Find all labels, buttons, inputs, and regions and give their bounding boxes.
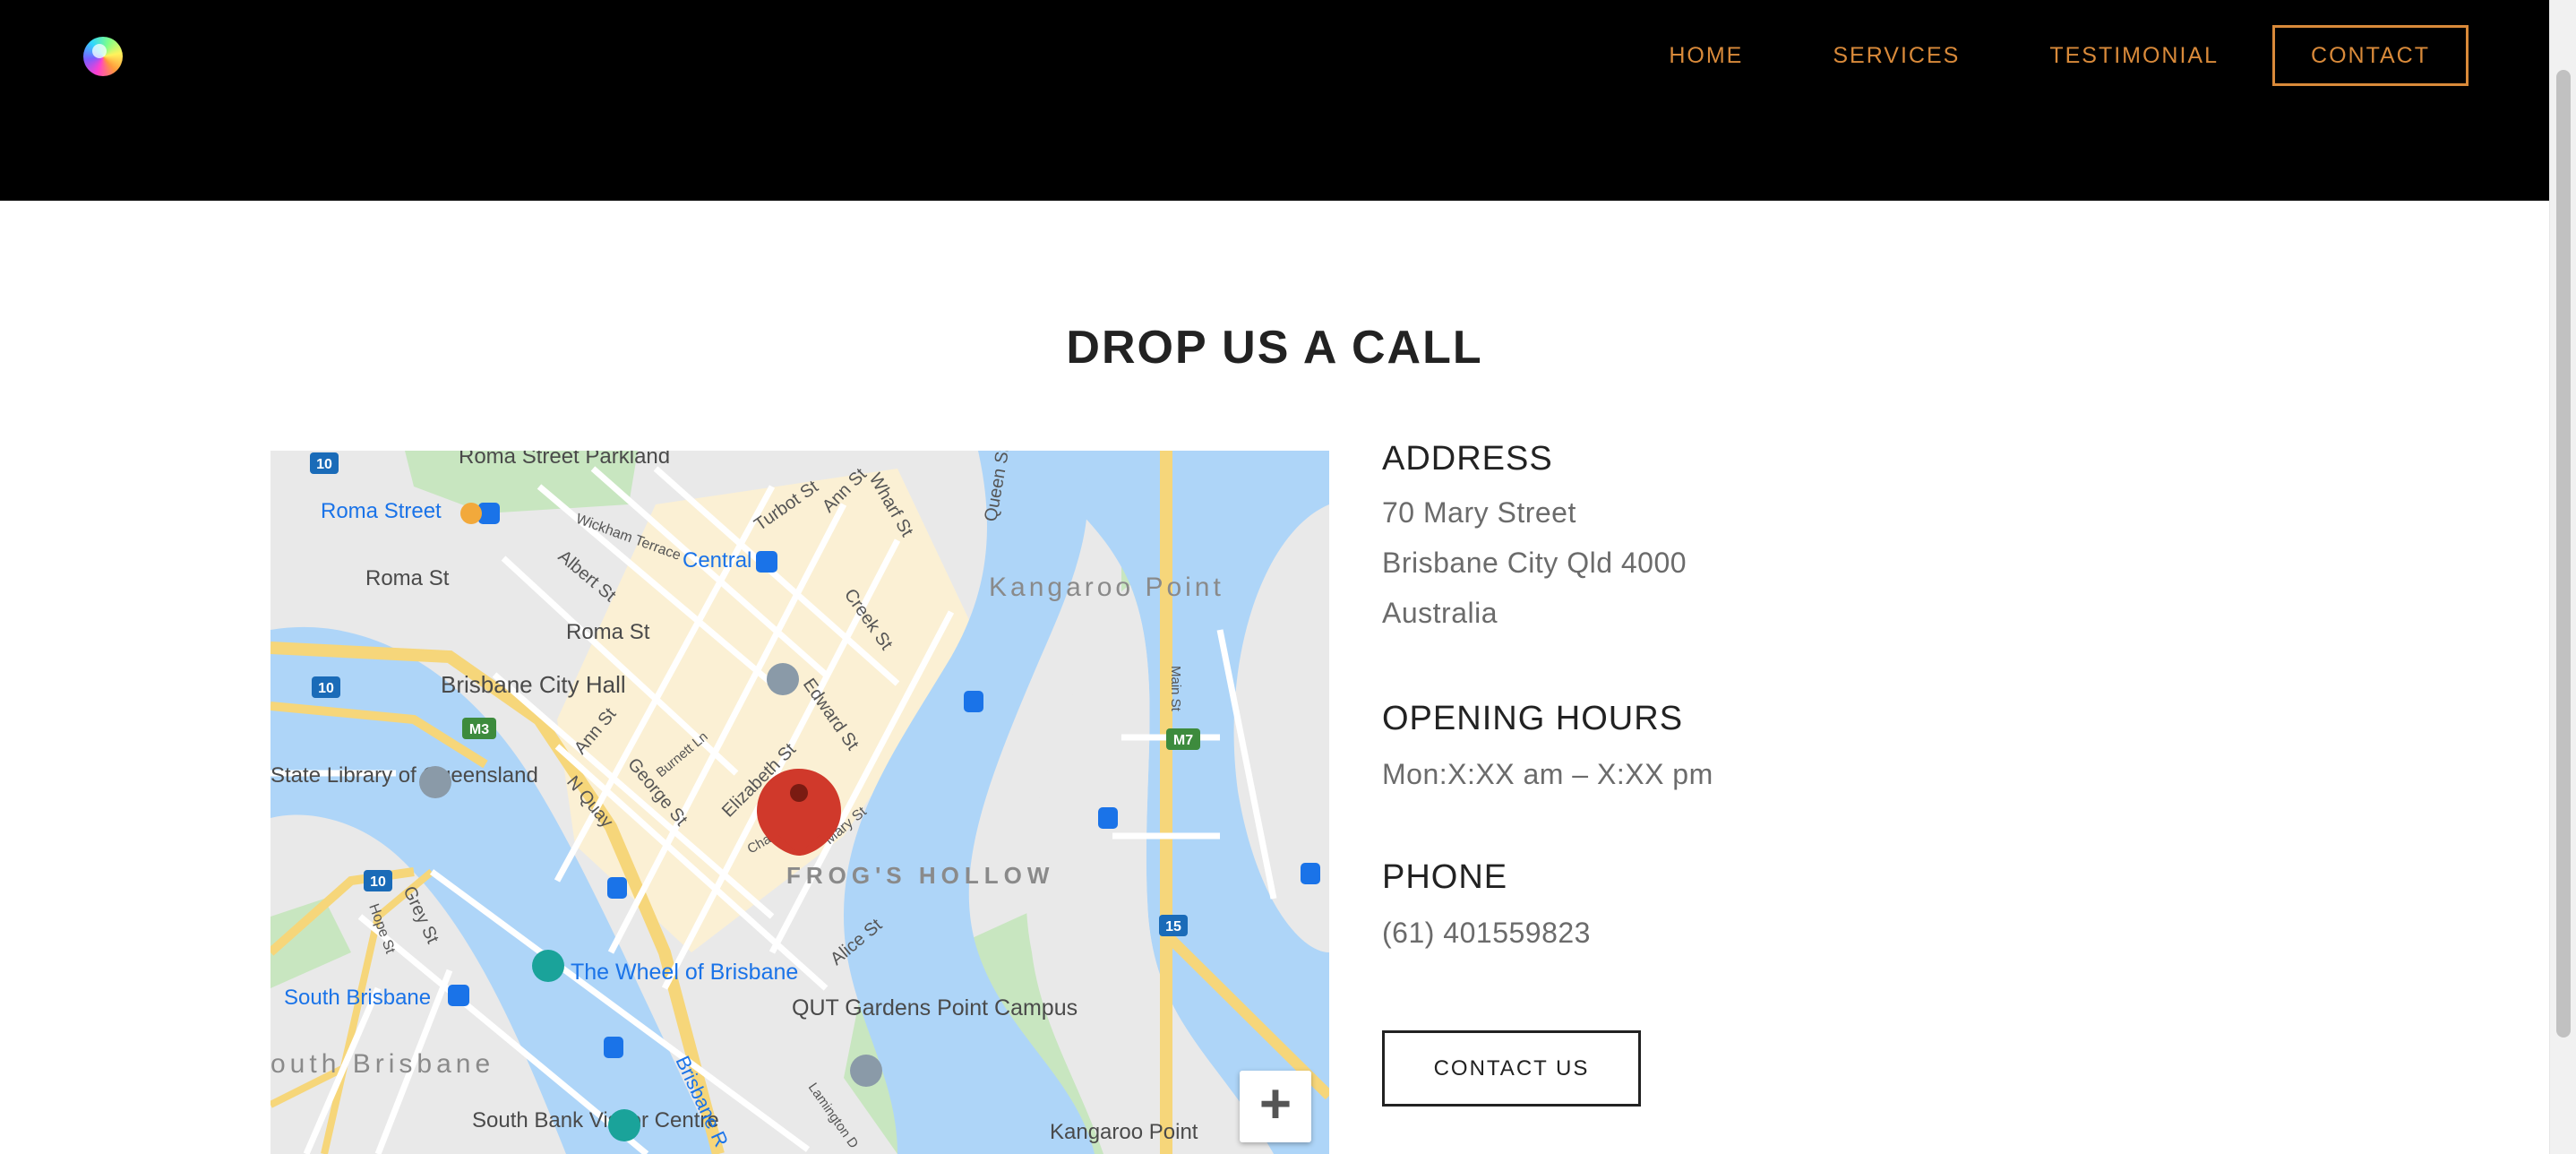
address-line: Brisbane City Qld 4000 bbox=[1382, 547, 1687, 579]
map-label: 15 bbox=[1165, 919, 1181, 934]
hours-block: OPENING HOURS Mon:X:XX am – X:XX pm bbox=[1382, 697, 1713, 799]
nav-contact[interactable]: CONTACT bbox=[2272, 25, 2469, 86]
map-label: State Library of Queensland bbox=[270, 763, 538, 788]
address-block: ADDRESS 70 Mary Street Brisbane City Qld… bbox=[1382, 437, 1687, 638]
map-label: Kangaroo Point bbox=[989, 573, 1224, 602]
map-label: The Wheel of Brisbane bbox=[571, 960, 798, 985]
map-label: Main St bbox=[1168, 666, 1183, 712]
map-label: South Brisbane bbox=[284, 986, 431, 1010]
nav-home[interactable]: HOME bbox=[1669, 43, 1743, 69]
nav-services[interactable]: SERVICES bbox=[1833, 43, 1960, 69]
map-label: Roma St bbox=[566, 620, 650, 644]
address-heading: ADDRESS bbox=[1382, 440, 1553, 478]
map-label: Central bbox=[683, 548, 751, 573]
nav-testimonial[interactable]: TESTIMONIAL bbox=[2049, 43, 2219, 69]
scrollbar-thumb[interactable] bbox=[2556, 70, 2571, 1038]
map-label: Roma St bbox=[365, 566, 450, 590]
logo-icon[interactable] bbox=[83, 37, 123, 76]
phone-block: PHONE (61) 401559823 bbox=[1382, 856, 1591, 958]
contact-us-button[interactable]: CONTACT US bbox=[1382, 1030, 1641, 1107]
map-label: South Bank Visitor Centre bbox=[472, 1108, 719, 1132]
scrollbar[interactable] bbox=[2549, 0, 2576, 1154]
map-label: Brisbane City Hall bbox=[441, 671, 626, 698]
hours-text: Mon:X:XX am – X:XX pm bbox=[1382, 758, 1713, 790]
main-nav: HOME SERVICES TESTIMONIAL CONTACT bbox=[1669, 25, 2469, 86]
map-label: 10 bbox=[316, 457, 332, 472]
map-label: 10 bbox=[370, 874, 386, 890]
address-line: Australia bbox=[1382, 597, 1498, 629]
phone-heading: PHONE bbox=[1382, 858, 1508, 896]
map-label: Kangaroo Point bbox=[1050, 1120, 1198, 1144]
phone-number[interactable]: (61) 401559823 bbox=[1382, 908, 1591, 958]
map-label: outh Brisbane bbox=[270, 1049, 494, 1079]
map-label: Roma Street bbox=[321, 499, 442, 523]
map-label: FROG'S HOLLOW bbox=[786, 862, 1054, 889]
map-label: 10 bbox=[318, 681, 334, 696]
map-label: Roma Street Parkland bbox=[459, 451, 670, 469]
address-line: 70 Mary Street bbox=[1382, 496, 1576, 529]
location-map[interactable]: Roma Street Parkland Roma Street Roma St… bbox=[270, 451, 1329, 1154]
map-label: M7 bbox=[1173, 733, 1193, 748]
map-label: QUT Gardens Point Campus bbox=[792, 995, 1078, 1021]
map-label: M3 bbox=[469, 722, 489, 737]
section-title: DROP US A CALL bbox=[1066, 322, 1483, 374]
hours-heading: OPENING HOURS bbox=[1382, 700, 1684, 737]
map-zoom-in-button[interactable]: + bbox=[1240, 1071, 1311, 1142]
site-header: HOME SERVICES TESTIMONIAL CONTACT bbox=[0, 0, 2549, 201]
